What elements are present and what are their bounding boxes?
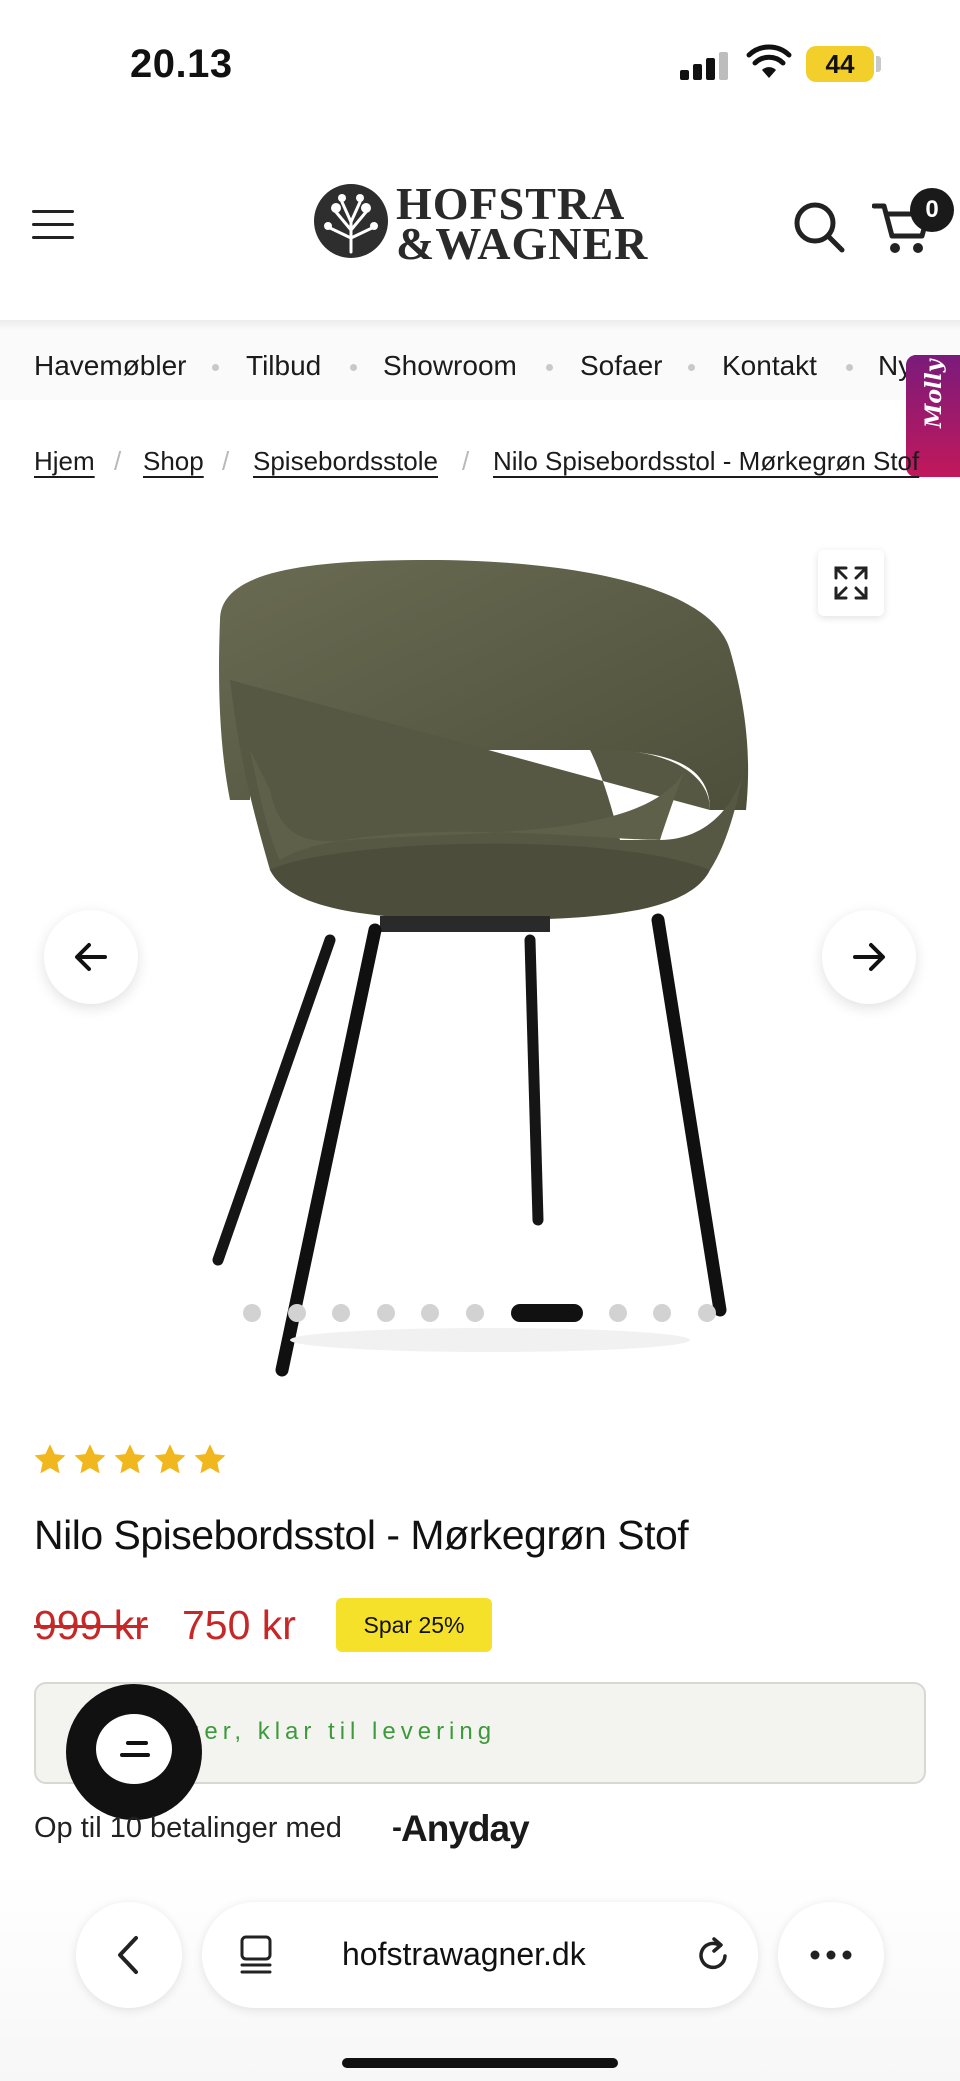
gallery-dot[interactable] [653, 1304, 671, 1322]
battery-indicator: 44 [806, 46, 874, 82]
star-icon [154, 1444, 186, 1474]
category-tilbud[interactable]: Tilbud [246, 350, 321, 382]
breadcrumb-current-product[interactable]: Nilo Spisebordsstol - Mørkegrøn Stof [493, 446, 919, 477]
browser-more-button[interactable] [778, 1902, 884, 2008]
molly-tab-label: Molly [921, 359, 947, 428]
category-sofaer[interactable]: Sofaer [580, 350, 663, 382]
star-icon [114, 1444, 146, 1474]
category-kontakt[interactable]: Kontakt [722, 350, 817, 382]
address-bar[interactable]: hofstrawagner.dk [202, 1902, 758, 2008]
category-separator [688, 364, 695, 371]
gallery-dot[interactable] [698, 1304, 716, 1322]
payment-info: Op til 10 betalinger med [34, 1812, 342, 1844]
breadcrumb-spisebordsstole[interactable]: Spisebordsstole [253, 446, 438, 477]
tree-logo-icon [314, 184, 388, 258]
status-time: 20.13 [130, 42, 233, 86]
category-separator [212, 364, 219, 371]
stock-status-text: ger, klar til levering [186, 1718, 497, 1745]
gallery-dot[interactable] [377, 1304, 395, 1322]
browser-back-button[interactable] [76, 1902, 182, 2008]
product-title: Nilo Spisebordsstol - Mørkegrøn Stof [34, 1512, 689, 1558]
gallery-dot[interactable] [421, 1304, 439, 1322]
gallery-dot[interactable] [466, 1304, 484, 1322]
browser-toolbar: hofstrawagner.dk [0, 1870, 960, 2081]
gallery-dot-active[interactable] [511, 1304, 583, 1322]
gallery-dot[interactable] [332, 1304, 350, 1322]
expand-image-button[interactable] [818, 550, 884, 616]
search-icon[interactable] [792, 200, 846, 254]
cart-count-badge: 0 [910, 188, 954, 232]
reload-icon[interactable] [692, 1934, 734, 1976]
sale-price: 750 kr [182, 1602, 296, 1648]
arrow-left-icon [75, 943, 107, 971]
chevron-left-icon [118, 1936, 138, 1974]
category-havemobler[interactable]: Havemøbler [34, 350, 186, 382]
next-image-button[interactable] [822, 910, 916, 1004]
discount-badge: Spar 25% [336, 1598, 492, 1652]
category-showroom[interactable]: Showroom [383, 350, 517, 382]
battery-tip [876, 56, 881, 72]
status-bar: 20.13 44 [0, 0, 960, 130]
star-icon [74, 1444, 106, 1474]
product-image-chair[interactable] [190, 540, 770, 1380]
product-gallery [0, 520, 960, 1377]
gallery-dot[interactable] [243, 1304, 261, 1322]
breadcrumb-separator: / [462, 446, 470, 476]
chat-bubble-icon [96, 1714, 172, 1784]
wifi-icon [746, 44, 792, 78]
expand-icon [834, 566, 868, 600]
logo-line-2: &WAGNER [396, 218, 649, 269]
hofstra-wagner-logo[interactable]: HOFSTRA &WAGNER [312, 178, 652, 268]
previous-image-button[interactable] [44, 910, 138, 1004]
breadcrumb-separator: / [222, 446, 230, 476]
hamburger-menu-icon[interactable] [32, 210, 74, 240]
tabs-icon [240, 1935, 272, 1974]
logo-wordmark: HOFSTRA &WAGNER [396, 181, 649, 269]
cellular-signal-icon [680, 50, 730, 80]
category-nav: Havemøbler Tilbud Showroom Sofaer Kontak… [0, 330, 960, 400]
category-separator [546, 364, 553, 371]
star-icon [34, 1444, 66, 1474]
anyday-logo: -Anyday [392, 1808, 530, 1849]
gallery-pagination [0, 1302, 960, 1322]
gallery-dot[interactable] [288, 1304, 306, 1322]
breadcrumb: Hjem / Shop / Spisebordsstole / Nilo Spi… [34, 446, 924, 486]
category-separator [846, 364, 853, 371]
site-header: HOFSTRA &WAGNER 0 [0, 130, 960, 320]
home-indicator [342, 2058, 618, 2068]
gallery-dot[interactable] [609, 1304, 627, 1322]
category-separator [350, 364, 357, 371]
anyday-brand-text: Anyday [401, 1808, 530, 1849]
breadcrumb-home[interactable]: Hjem [34, 446, 95, 477]
original-price: 999 kr [34, 1602, 148, 1648]
breadcrumb-separator: / [114, 446, 122, 476]
url-text: hofstrawagner.dk [342, 1936, 586, 1972]
more-dots-icon [810, 1950, 852, 1960]
star-icon [194, 1444, 226, 1474]
chat-button[interactable] [66, 1684, 202, 1820]
header-divider [0, 320, 960, 330]
breadcrumb-shop[interactable]: Shop [143, 446, 204, 477]
arrow-right-icon [853, 943, 885, 971]
